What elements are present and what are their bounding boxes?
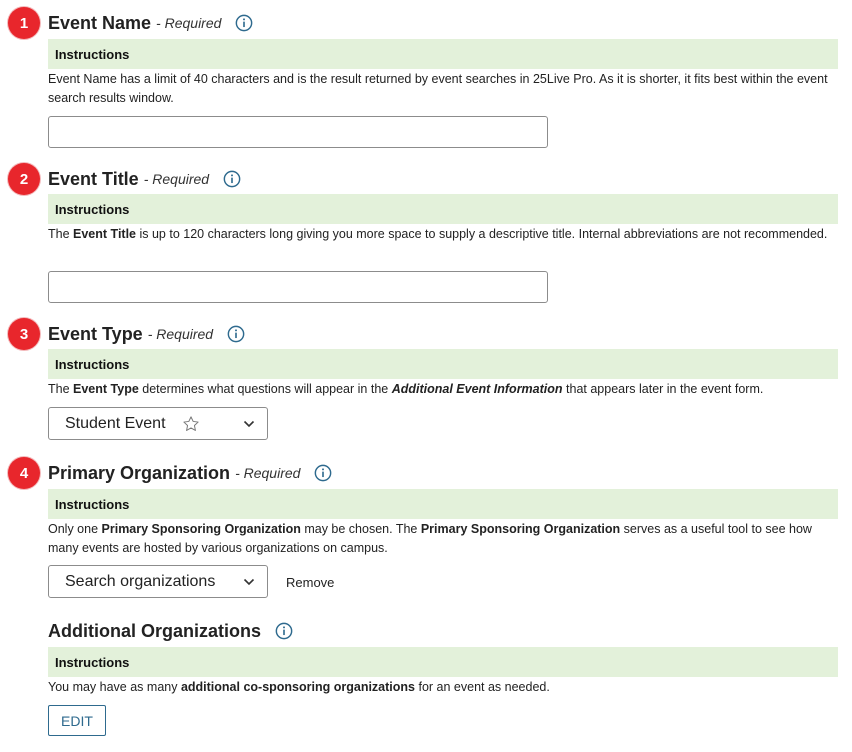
- instructions-header: Instructions: [48, 349, 838, 379]
- section-heading: Event Name - Required: [48, 10, 253, 36]
- event-name-input[interactable]: [48, 116, 548, 148]
- chevron-down-icon: [243, 420, 255, 428]
- select-value: Search organizations: [65, 572, 216, 590]
- required-label: - Required: [156, 15, 222, 31]
- step-badge: 2: [8, 163, 40, 195]
- organization-search-select[interactable]: Search organizations: [48, 565, 268, 598]
- section-heading: Additional Organizations: [48, 618, 293, 644]
- chevron-down-icon: [243, 578, 255, 586]
- instructions-text: You may have as many additional co-spons…: [48, 680, 550, 694]
- event-title-input[interactable]: [48, 271, 548, 303]
- instructions-header: Instructions: [48, 489, 838, 519]
- section-title: Event Name: [48, 12, 152, 33]
- section-heading: Primary Organization - Required: [48, 460, 332, 486]
- instructions-header: Instructions: [48, 39, 838, 69]
- step-badge: 3: [8, 318, 40, 350]
- section-title: Event Title: [48, 168, 139, 189]
- info-circle-icon[interactable]: [223, 170, 241, 188]
- select-value: Student Event: [65, 414, 166, 432]
- instructions-text: The Event Type determines what questions…: [48, 382, 764, 396]
- info-circle-icon[interactable]: [275, 622, 293, 640]
- section-title: Primary Organization: [48, 462, 231, 483]
- edit-button[interactable]: EDIT: [48, 705, 106, 736]
- section-heading: Event Type - Required: [48, 321, 245, 347]
- required-label: - Required: [147, 326, 214, 342]
- section-heading: Event Title - Required: [48, 166, 241, 192]
- event-type-select[interactable]: Student Event: [48, 407, 268, 440]
- required-label: - Required: [143, 171, 210, 187]
- instructions-text: Event Name has a limit of 40 characters …: [48, 72, 828, 105]
- instructions-text: Only one Primary Sponsoring Organization…: [48, 522, 812, 555]
- required-label: - Required: [235, 465, 301, 481]
- star-outline-icon[interactable]: [182, 415, 200, 433]
- section-title: Event Type: [48, 323, 143, 344]
- instructions-header: Instructions: [48, 194, 838, 224]
- info-circle-icon[interactable]: [227, 325, 245, 343]
- instructions-header: Instructions: [48, 647, 838, 677]
- instructions-text: The Event Title is up to 120 characters …: [48, 227, 828, 241]
- section-title: Additional Organizations: [48, 620, 262, 641]
- remove-button[interactable]: Remove: [286, 575, 334, 590]
- info-circle-icon[interactable]: [235, 14, 253, 32]
- step-badge: 1: [8, 7, 40, 39]
- step-badge: 4: [8, 457, 40, 489]
- info-circle-icon[interactable]: [314, 464, 332, 482]
